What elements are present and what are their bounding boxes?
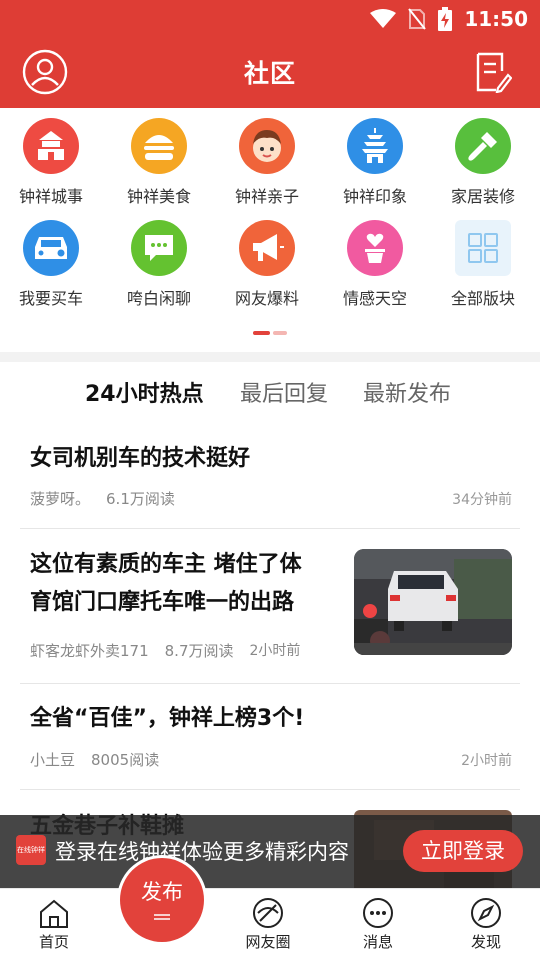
article-author: 菠萝呀。 xyxy=(30,490,91,508)
category-label: 钟祥印象 xyxy=(342,187,407,206)
login-prompt-bar: 在线钟祥 登录在线钟祥体验更多精彩内容 立即登录 xyxy=(0,815,540,888)
car-icon xyxy=(23,220,79,276)
category-all[interactable]: 全部版块 xyxy=(429,220,537,320)
battery-charging-icon xyxy=(438,7,453,31)
compose-button[interactable] xyxy=(468,48,516,96)
article-reads: 8005阅读 xyxy=(91,751,160,769)
article-time: 2小时前 xyxy=(249,643,301,659)
page-title: 社区 xyxy=(243,59,296,88)
page-dot xyxy=(273,331,287,335)
pagoda-icon xyxy=(347,118,403,174)
home-icon xyxy=(40,899,68,928)
tab-label: 网友圈 xyxy=(245,933,291,951)
status-time: 11:50 xyxy=(464,7,528,31)
bottom-tab-bar: 首页 网友圈 消息 发现 xyxy=(0,888,540,960)
article-title: 女司机别车的技术挺好 xyxy=(30,446,251,471)
article-item[interactable]: 女司机别车的技术挺好 菠萝呀。 6.1万阅读 34分钟前 xyxy=(20,432,520,529)
tab-newest-post[interactable]: 最新发布 xyxy=(363,376,451,408)
section-divider xyxy=(0,352,540,362)
no-sim-icon xyxy=(408,8,427,30)
app-header: 11:50 社区 xyxy=(0,0,540,108)
app-screen: 11:50 社区 钟祥城事 钟祥美食 钟祥亲子 钟祥印象 家居装修 我要买车 咵… xyxy=(0,0,540,960)
article-meta: 虾客龙虾外卖171 8.7万阅读 2小时前 xyxy=(30,640,300,661)
category-label: 我要买车 xyxy=(18,289,83,308)
publish-lines-icon xyxy=(154,914,170,920)
article-item[interactable]: 全省“百佳”，钟祥上榜3个! 小土豆 8005阅读 2小时前 xyxy=(20,684,520,790)
page-dot-active xyxy=(253,331,270,335)
article-time: 34分钟前 xyxy=(452,492,512,508)
article-item[interactable]: 这位有素质的车主 堵住了体 育馆门口摩托车唯一的出路 虾客龙虾外卖171 8.7… xyxy=(20,529,520,684)
category-label: 咵白闲聊 xyxy=(126,289,191,308)
wifi-icon xyxy=(370,9,397,29)
article-time: 2小时前 xyxy=(461,753,512,769)
category-label: 全部版块 xyxy=(450,289,515,308)
tab-label: 首页 xyxy=(38,933,69,951)
article-title: 全省“百佳”，钟祥上榜3个! xyxy=(30,706,305,731)
tab-label: 消息 xyxy=(362,933,393,951)
category-impression[interactable]: 钟祥印象 xyxy=(321,118,429,218)
chat-icon xyxy=(131,220,187,276)
heart-cup-icon xyxy=(347,220,403,276)
tab-circle[interactable]: 网友圈 xyxy=(228,889,308,960)
compass-circle-icon xyxy=(253,898,283,928)
article-meta: 小土豆 8005阅读 xyxy=(30,749,159,770)
category-chat[interactable]: 咵白闲聊 xyxy=(105,220,213,320)
category-label: 情感天空 xyxy=(342,289,407,308)
brush-icon xyxy=(455,118,511,174)
temple-icon xyxy=(23,118,79,174)
publish-button[interactable]: 发布 xyxy=(120,858,204,942)
article-title-line: 这位有素质的车主 堵住了体 xyxy=(30,552,302,577)
burger-icon xyxy=(131,118,187,174)
grid-icon xyxy=(455,220,511,276)
logo-text: 在线钟祥 xyxy=(17,846,45,854)
child-icon xyxy=(239,118,295,174)
article-reads: 6.1万阅读 xyxy=(106,490,175,508)
article-title: 这位有素质的车主 堵住了体 育馆门口摩托车唯一的出路 xyxy=(30,546,335,622)
category-city[interactable]: 钟祥城事 xyxy=(0,118,105,218)
article-meta: 菠萝呀。 6.1万阅读 xyxy=(30,488,175,509)
article-author: 虾客龙虾外卖171 xyxy=(30,642,149,660)
publish-label: 发布 xyxy=(141,880,183,904)
article-thumbnail xyxy=(354,549,512,655)
tab-latest-reply[interactable]: 最后回复 xyxy=(240,376,328,408)
megaphone-icon xyxy=(239,220,295,276)
page-indicator xyxy=(253,331,287,335)
category-label: 钟祥亲子 xyxy=(234,187,299,206)
tab-discover[interactable]: 发现 xyxy=(446,889,526,960)
login-button[interactable]: 立即登录 xyxy=(403,830,523,872)
compass-icon xyxy=(471,898,501,928)
tab-24h-hot[interactable]: 24小时热点 xyxy=(85,376,204,408)
article-author: 小土豆 xyxy=(30,751,76,769)
category-label: 钟祥城事 xyxy=(18,187,83,206)
tab-home[interactable]: 首页 xyxy=(14,889,94,960)
category-news-tips[interactable]: 网友爆料 xyxy=(213,220,321,320)
tab-messages[interactable]: 消息 xyxy=(338,889,418,960)
status-bar: 11:50 xyxy=(370,6,528,32)
category-label: 网友爆料 xyxy=(234,289,299,308)
article-title-line: 育馆门口摩托车唯一的出路 xyxy=(30,590,295,615)
category-emotion[interactable]: 情感天空 xyxy=(321,220,429,320)
category-food[interactable]: 钟祥美食 xyxy=(105,118,213,218)
category-decoration[interactable]: 家居装修 xyxy=(429,118,537,218)
category-buy-car[interactable]: 我要买车 xyxy=(0,220,105,320)
category-parenting[interactable]: 钟祥亲子 xyxy=(213,118,321,218)
feed-tabs: 24小时热点 最后回复 最新发布 xyxy=(0,376,540,412)
app-logo-badge: 在线钟祥 xyxy=(16,835,46,865)
category-label: 钟祥美食 xyxy=(126,187,191,206)
login-prompt-text: 登录在线钟祥体验更多精彩内容 xyxy=(55,840,349,864)
article-reads: 8.7万阅读 xyxy=(164,642,234,660)
edit-note-icon xyxy=(476,52,512,93)
tab-label: 发现 xyxy=(470,933,501,951)
category-label: 家居装修 xyxy=(450,187,515,206)
message-dots-icon xyxy=(363,898,393,928)
